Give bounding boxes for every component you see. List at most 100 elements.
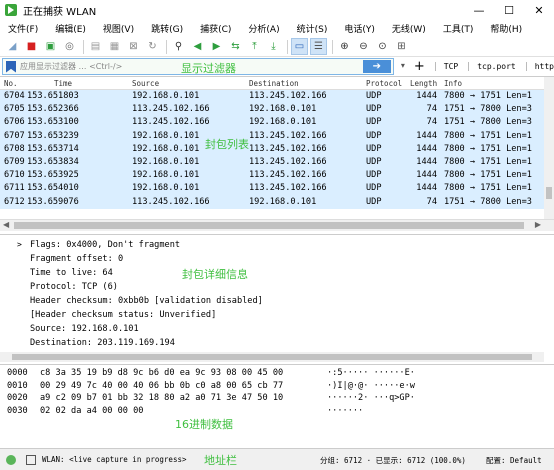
menu-file[interactable]: 文件(F) (0, 22, 47, 35)
autoscroll-icon[interactable]: ▭ (291, 38, 308, 55)
zoom-out-icon[interactable]: ⊖ (355, 38, 372, 55)
table-row[interactable]: 6706 153.653100 113.245.102.166 192.168.0.1… (0, 116, 554, 130)
start-capture-icon[interactable]: ◢ (4, 38, 21, 55)
stop-capture-icon[interactable]: ■ (23, 38, 40, 55)
go-to-packet-icon[interactable]: ⇆ (227, 38, 244, 55)
add-filter-button[interactable]: + (414, 59, 425, 74)
column-time[interactable]: Time (54, 79, 72, 88)
detail-line[interactable]: Header checksum: 0xbb0b [validation disa… (30, 296, 263, 306)
detail-line[interactable]: [Header checksum status: Unverified] (30, 310, 216, 320)
maximize-button[interactable]: ☐ (494, 0, 524, 20)
table-row[interactable]: 6711 153.654010 192.168.0.101 113.245.102.1… (0, 182, 554, 196)
table-row[interactable]: 6710 153.653925 192.168.0.101 113.245.102.1… (0, 169, 554, 183)
detail-line[interactable]: Fragment offset: 0 (30, 254, 123, 264)
filter-button-tcp-port[interactable]: tcp.port (468, 62, 516, 71)
column-no[interactable]: No. (4, 79, 18, 88)
scroll-thumb[interactable] (12, 354, 532, 360)
chevron-down-icon[interactable]: ▾ (401, 61, 405, 70)
save-file-icon[interactable]: ▦ (106, 38, 123, 55)
toolbar-separator (287, 39, 288, 54)
byte-offset[interactable]: 0020 (7, 393, 28, 403)
minimize-button[interactable]: — (464, 0, 494, 20)
byte-offset[interactable]: 0000 (7, 368, 28, 378)
menu-telephony[interactable]: 电话(Y) (336, 22, 384, 35)
scroll-thumb[interactable] (546, 187, 552, 199)
table-row[interactable]: 6704 153.651803 192.168.0.101 113.245.102.1… (0, 90, 554, 104)
column-info[interactable]: Info (444, 79, 462, 88)
expand-arrow-icon[interactable]: > (17, 240, 22, 249)
ascii-bytes[interactable]: ······2· ···q>GP· (327, 393, 415, 403)
packet-source: 192.168.0.101 (132, 170, 200, 181)
close-button[interactable]: ✕ (524, 0, 554, 20)
filter-button-http[interactable]: http (525, 62, 554, 71)
ascii-bytes[interactable]: ·:5····· ······E· (327, 368, 415, 378)
toolbar-separator (83, 39, 84, 54)
close-file-icon[interactable]: ⊠ (125, 38, 142, 55)
byte-offset[interactable]: 0010 (7, 381, 28, 391)
packet-length: 1444 (416, 170, 437, 181)
scroll-right-icon[interactable]: ▶ (535, 220, 541, 229)
column-protocol[interactable]: Protocol (366, 79, 402, 88)
ascii-bytes[interactable]: ······· (327, 406, 363, 416)
table-row[interactable]: 6705 153.652366 113.245.102.166 192.168.0.1… (0, 103, 554, 117)
display-filter-input[interactable]: 应用显示过滤器 … <Ctrl-/> 显示过滤器 ➔ ▾ (2, 58, 405, 75)
reload-icon[interactable]: ↻ (144, 38, 161, 55)
go-forward-icon[interactable]: ▶ (208, 38, 225, 55)
find-packet-icon[interactable]: ⚲ (170, 38, 187, 55)
filter-button-tcp[interactable]: TCP (434, 62, 458, 71)
hex-bytes[interactable]: c8 3a 35 19 b9 d8 9c b6 d0 ea 9c 93 08 0… (40, 368, 283, 378)
byte-offset[interactable]: 0030 (7, 406, 28, 416)
bookmark-icon[interactable] (6, 60, 16, 73)
menu-go[interactable]: 跳转(G) (143, 22, 192, 35)
column-source[interactable]: Source (132, 79, 159, 88)
menu-statistics[interactable]: 统计(S) (289, 22, 337, 35)
detail-line[interactable]: Source: 192.168.0.101 (30, 324, 139, 334)
restart-capture-icon[interactable]: ▣ (42, 38, 59, 55)
zoom-in-icon[interactable]: ⊕ (336, 38, 353, 55)
zoom-normal-icon[interactable]: ⊙ (374, 38, 391, 55)
detail-line[interactable]: Flags: 0x4000, Don't fragment (30, 240, 180, 250)
column-destination[interactable]: Destination (249, 79, 299, 88)
hex-bytes[interactable]: 02 02 da a4 00 00 00 (40, 406, 143, 416)
detail-line[interactable]: Time to live: 64 (30, 268, 113, 278)
capture-file-properties-icon[interactable] (26, 454, 36, 465)
details-horizontal-scrollbar[interactable] (0, 352, 544, 362)
menu-view[interactable]: 视图(V) (95, 22, 143, 35)
scroll-left-icon[interactable]: ◀ (3, 220, 9, 229)
packet-length: 1444 (416, 183, 437, 194)
toolbar-separator (332, 39, 333, 54)
packet-destination: 192.168.0.101 (249, 104, 317, 115)
detail-line[interactable]: Destination: 203.119.169.194 (30, 338, 175, 348)
profile-selector[interactable]: 配置: Default (486, 455, 542, 466)
packet-source: 113.245.102.166 (132, 117, 210, 128)
apply-filter-button[interactable]: ➔ (362, 60, 391, 73)
menu-help[interactable]: 帮助(H) (482, 22, 531, 35)
packet-list-horizontal-scrollbar[interactable]: ◀ ▶ (0, 219, 554, 231)
colorize-icon[interactable]: ☰ (310, 38, 327, 55)
menu-edit[interactable]: 编辑(E) (47, 22, 95, 35)
column-length[interactable]: Length (410, 79, 437, 88)
window-title: 正在捕获 WLAN (23, 6, 97, 18)
packet-list-vertical-scrollbar[interactable] (544, 77, 554, 219)
packet-protocol: UDP (366, 130, 382, 141)
ascii-bytes[interactable]: ·)I|@·@· ·····e·w (327, 381, 415, 391)
menu-tools[interactable]: 工具(T) (435, 22, 483, 35)
go-last-icon[interactable]: ⤓ (265, 38, 282, 55)
menu-capture[interactable]: 捕获(C) (192, 22, 240, 35)
hex-bytes[interactable]: a9 c2 09 b7 01 bb 32 18 80 a2 a0 71 3e 4… (40, 393, 283, 403)
menu-wireless[interactable]: 无线(W) (384, 22, 435, 35)
resize-columns-icon[interactable]: ⊞ (393, 38, 410, 55)
table-row[interactable]: 6708 153.653714 192.168.0.101 113.245.102.1… (0, 142, 554, 156)
table-row[interactable]: 6707 153.653239 192.168.0.101 113.245.102.1… (0, 129, 554, 143)
capture-options-icon[interactable]: ◎ (61, 38, 78, 55)
table-row[interactable]: 6709 153.653834 192.168.0.101 113.245.102.1… (0, 155, 554, 170)
open-file-icon[interactable]: ▤ (87, 38, 104, 55)
detail-line[interactable]: Protocol: TCP (6) (30, 282, 118, 292)
go-first-icon[interactable]: ⤒ (246, 38, 263, 55)
go-back-icon[interactable]: ◀ (189, 38, 206, 55)
hex-bytes[interactable]: 00 29 49 7c 40 00 40 06 bb 0b c0 a8 00 6… (40, 381, 283, 391)
packet-destination: 113.245.102.166 (249, 156, 327, 167)
table-row[interactable]: 6712 153.659076 113.245.102.166 192.168.0.1… (0, 195, 554, 209)
scroll-thumb[interactable] (14, 222, 524, 229)
menu-analyze[interactable]: 分析(A) (240, 22, 288, 35)
